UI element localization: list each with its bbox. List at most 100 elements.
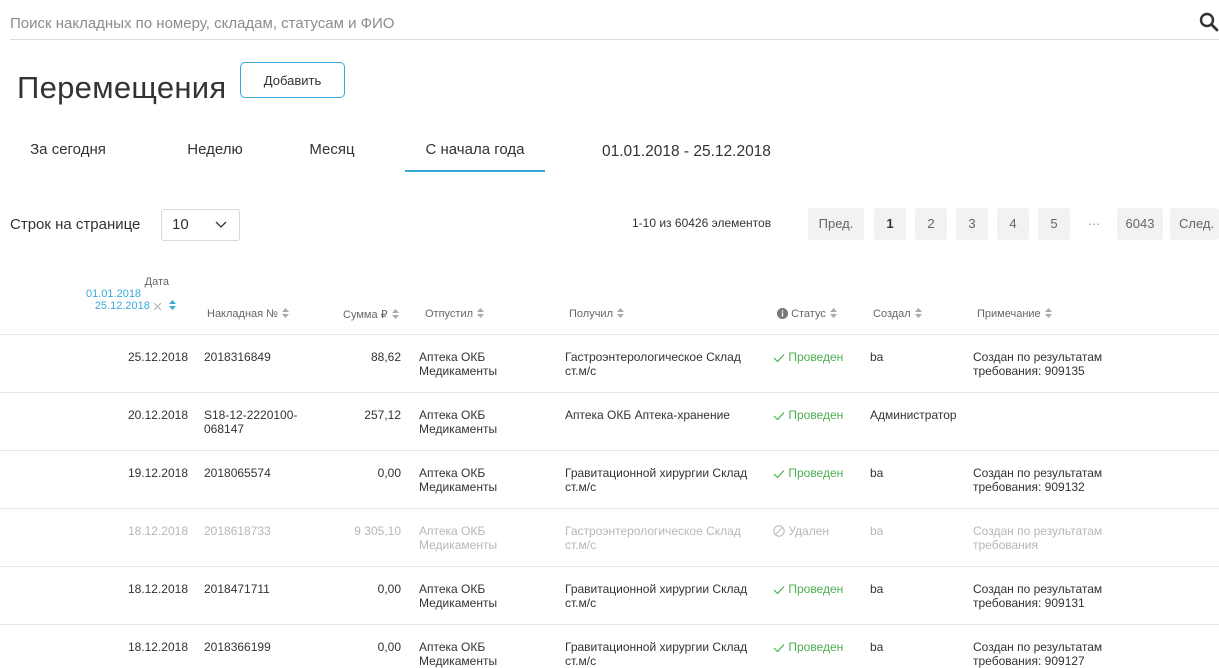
page-button-last[interactable]: 6043 (1117, 208, 1163, 240)
row-date: 19.12.2018 (127, 466, 188, 480)
note-column-label: Примечание (977, 308, 1041, 320)
row-receiver: Аптека ОКБ Аптека-хранение (565, 408, 730, 422)
tab-today[interactable]: За сегодня (18, 128, 118, 172)
row-sender: Аптека ОКБ Медикаменты (419, 466, 498, 494)
row-sender: Аптека ОКБ Медикаменты (419, 640, 498, 668)
search-input[interactable] (10, 8, 1180, 38)
prev-page-button[interactable]: Пред. (808, 208, 864, 240)
row-receiver: Гравитационной хирургии Склад ст.м/с (565, 582, 748, 610)
check-icon (773, 354, 785, 363)
row-sender: Аптека ОКБ Медикаменты (419, 582, 498, 610)
check-icon (773, 412, 785, 421)
tab-month[interactable]: Месяц (302, 128, 362, 172)
row-status: Проведен (773, 350, 843, 364)
table-row[interactable]: 19.12.2018 2018065574 0,00 Аптека ОКБ Мед… (0, 450, 1219, 508)
sort-icon (477, 308, 485, 318)
page-button-1[interactable]: 1 (874, 208, 906, 240)
row-note: Создан по результатам требования: 909127 (973, 640, 1103, 668)
check-icon (773, 586, 785, 595)
close-icon[interactable] (153, 302, 162, 311)
row-sum: 0,00 (377, 466, 401, 480)
row-creator: ba (870, 350, 884, 364)
sum-column-label: Сумма ₽ (343, 309, 388, 321)
add-button[interactable]: Добавить (240, 62, 345, 98)
row-number: 2018366199 (204, 640, 271, 654)
table-row[interactable]: 18.12.2018 2018471711 0,00 Аптека ОКБ Мед… (0, 566, 1219, 624)
page-button-2[interactable]: 2 (915, 208, 947, 240)
page-button-3[interactable]: 3 (956, 208, 988, 240)
row-note: Создан по результатам требования: 909132 (973, 466, 1103, 494)
pagination-ellipsis: ··· (1087, 216, 1101, 231)
row-note: Создан по результатам требования: 909131 (973, 582, 1103, 610)
date-column-label: Дата (144, 276, 169, 288)
date-range[interactable]: 01.01.2018 - 25.12.2018 (602, 128, 771, 172)
table-row[interactable]: 20.12.2018 S18-12-2220100- 068147 257,12 … (0, 392, 1219, 450)
sum-column-header[interactable]: Сумма ₽ (343, 308, 399, 321)
creator-column-label: Создал (873, 308, 911, 320)
sort-icon (391, 309, 399, 319)
row-date: 25.12.2018 (127, 350, 188, 364)
tab-year[interactable]: С начала года (405, 128, 545, 172)
sort-icon (617, 308, 624, 318)
search-icon[interactable] (1199, 12, 1219, 32)
row-number: S18-12-2220100- 068147 (204, 408, 298, 436)
row-number: 2018471711 (204, 582, 270, 596)
table-row[interactable]: 18.12.2018 2018366199 0,00 Аптека ОКБ Мед… (0, 624, 1219, 668)
rows-per-page-select[interactable]: 10 (161, 209, 240, 241)
receiver-column-header[interactable]: Получил (569, 308, 624, 320)
table-row[interactable]: 18.12.2018 2018618733 9 305,10 Аптека ОК… (0, 508, 1219, 566)
row-status: Проведен (773, 466, 843, 480)
date-filter-from: 01.01.2018 (86, 288, 142, 300)
row-sender: Аптека ОКБ Медикаменты (419, 408, 498, 436)
row-creator: ba (870, 524, 884, 538)
receiver-column-label: Получил (569, 308, 613, 320)
row-creator: ba (870, 466, 884, 480)
row-sum: 257,12 (364, 408, 401, 422)
row-receiver: Гравитационной хирургии Склад ст.м/с (565, 640, 748, 668)
row-number: 2018316849 (204, 350, 271, 364)
creator-column-header[interactable]: Создал (873, 308, 922, 320)
number-column-header[interactable]: Накладная № (207, 308, 289, 320)
row-sum: 0,00 (377, 640, 401, 654)
search-bar (10, 8, 1219, 40)
check-icon (773, 470, 785, 479)
row-receiver: Гравитационной хирургии Склад ст.м/с (565, 466, 748, 494)
row-sender: Аптека ОКБ Медикаменты (419, 524, 498, 552)
row-creator: Администратор (870, 408, 957, 422)
row-number: 2018065574 (204, 466, 271, 480)
check-icon (773, 644, 785, 653)
row-status: Проведен (773, 582, 843, 596)
table-row[interactable]: 25.12.2018 2018316849 88,62 Аптека ОКБ Ме… (0, 334, 1219, 392)
sort-icon (914, 308, 922, 318)
sort-icon (281, 308, 289, 318)
next-page-button[interactable]: След. (1170, 208, 1219, 240)
sender-column-header[interactable]: Отпустил (425, 308, 485, 320)
row-date: 18.12.2018 (127, 640, 188, 654)
row-note: Создан по результатам требования: 909135 (973, 350, 1103, 378)
row-date: 18.12.2018 (127, 524, 188, 538)
row-status: Проведен (773, 408, 843, 422)
info-icon[interactable] (777, 308, 788, 319)
pagination-info: 1-10 из 60426 элементов (632, 216, 772, 230)
rows-per-page-value: 10 (172, 216, 189, 233)
number-column-label: Накладная № (207, 308, 278, 320)
row-status: Проведен (773, 640, 843, 654)
page-button-5[interactable]: 5 (1038, 208, 1070, 240)
tab-week[interactable]: Неделю (175, 128, 255, 172)
row-creator: ba (870, 640, 884, 654)
row-receiver: Гастроэнтерологическое Склад ст.м/с (565, 524, 741, 552)
ban-icon (773, 525, 785, 537)
row-date: 20.12.2018 (127, 408, 188, 422)
sort-icon (1044, 308, 1052, 318)
row-number: 2018618733 (204, 524, 271, 538)
sort-icon[interactable] (169, 300, 176, 310)
status-column-header[interactable]: Статус (777, 308, 837, 320)
page-title: Перемещения (17, 70, 227, 105)
date-column-header[interactable]: Дата 01.01.2018 25.12.2018 (86, 276, 176, 312)
period-tabs: За сегодня Неделю Месяц С начала года 01… (12, 128, 1219, 172)
row-sum: 0,00 (377, 582, 401, 596)
row-note: Создан по результатам требования (973, 524, 1103, 552)
note-column-header[interactable]: Примечание (977, 308, 1052, 320)
page-button-4[interactable]: 4 (997, 208, 1029, 240)
row-sum: 9 305,10 (354, 524, 401, 538)
